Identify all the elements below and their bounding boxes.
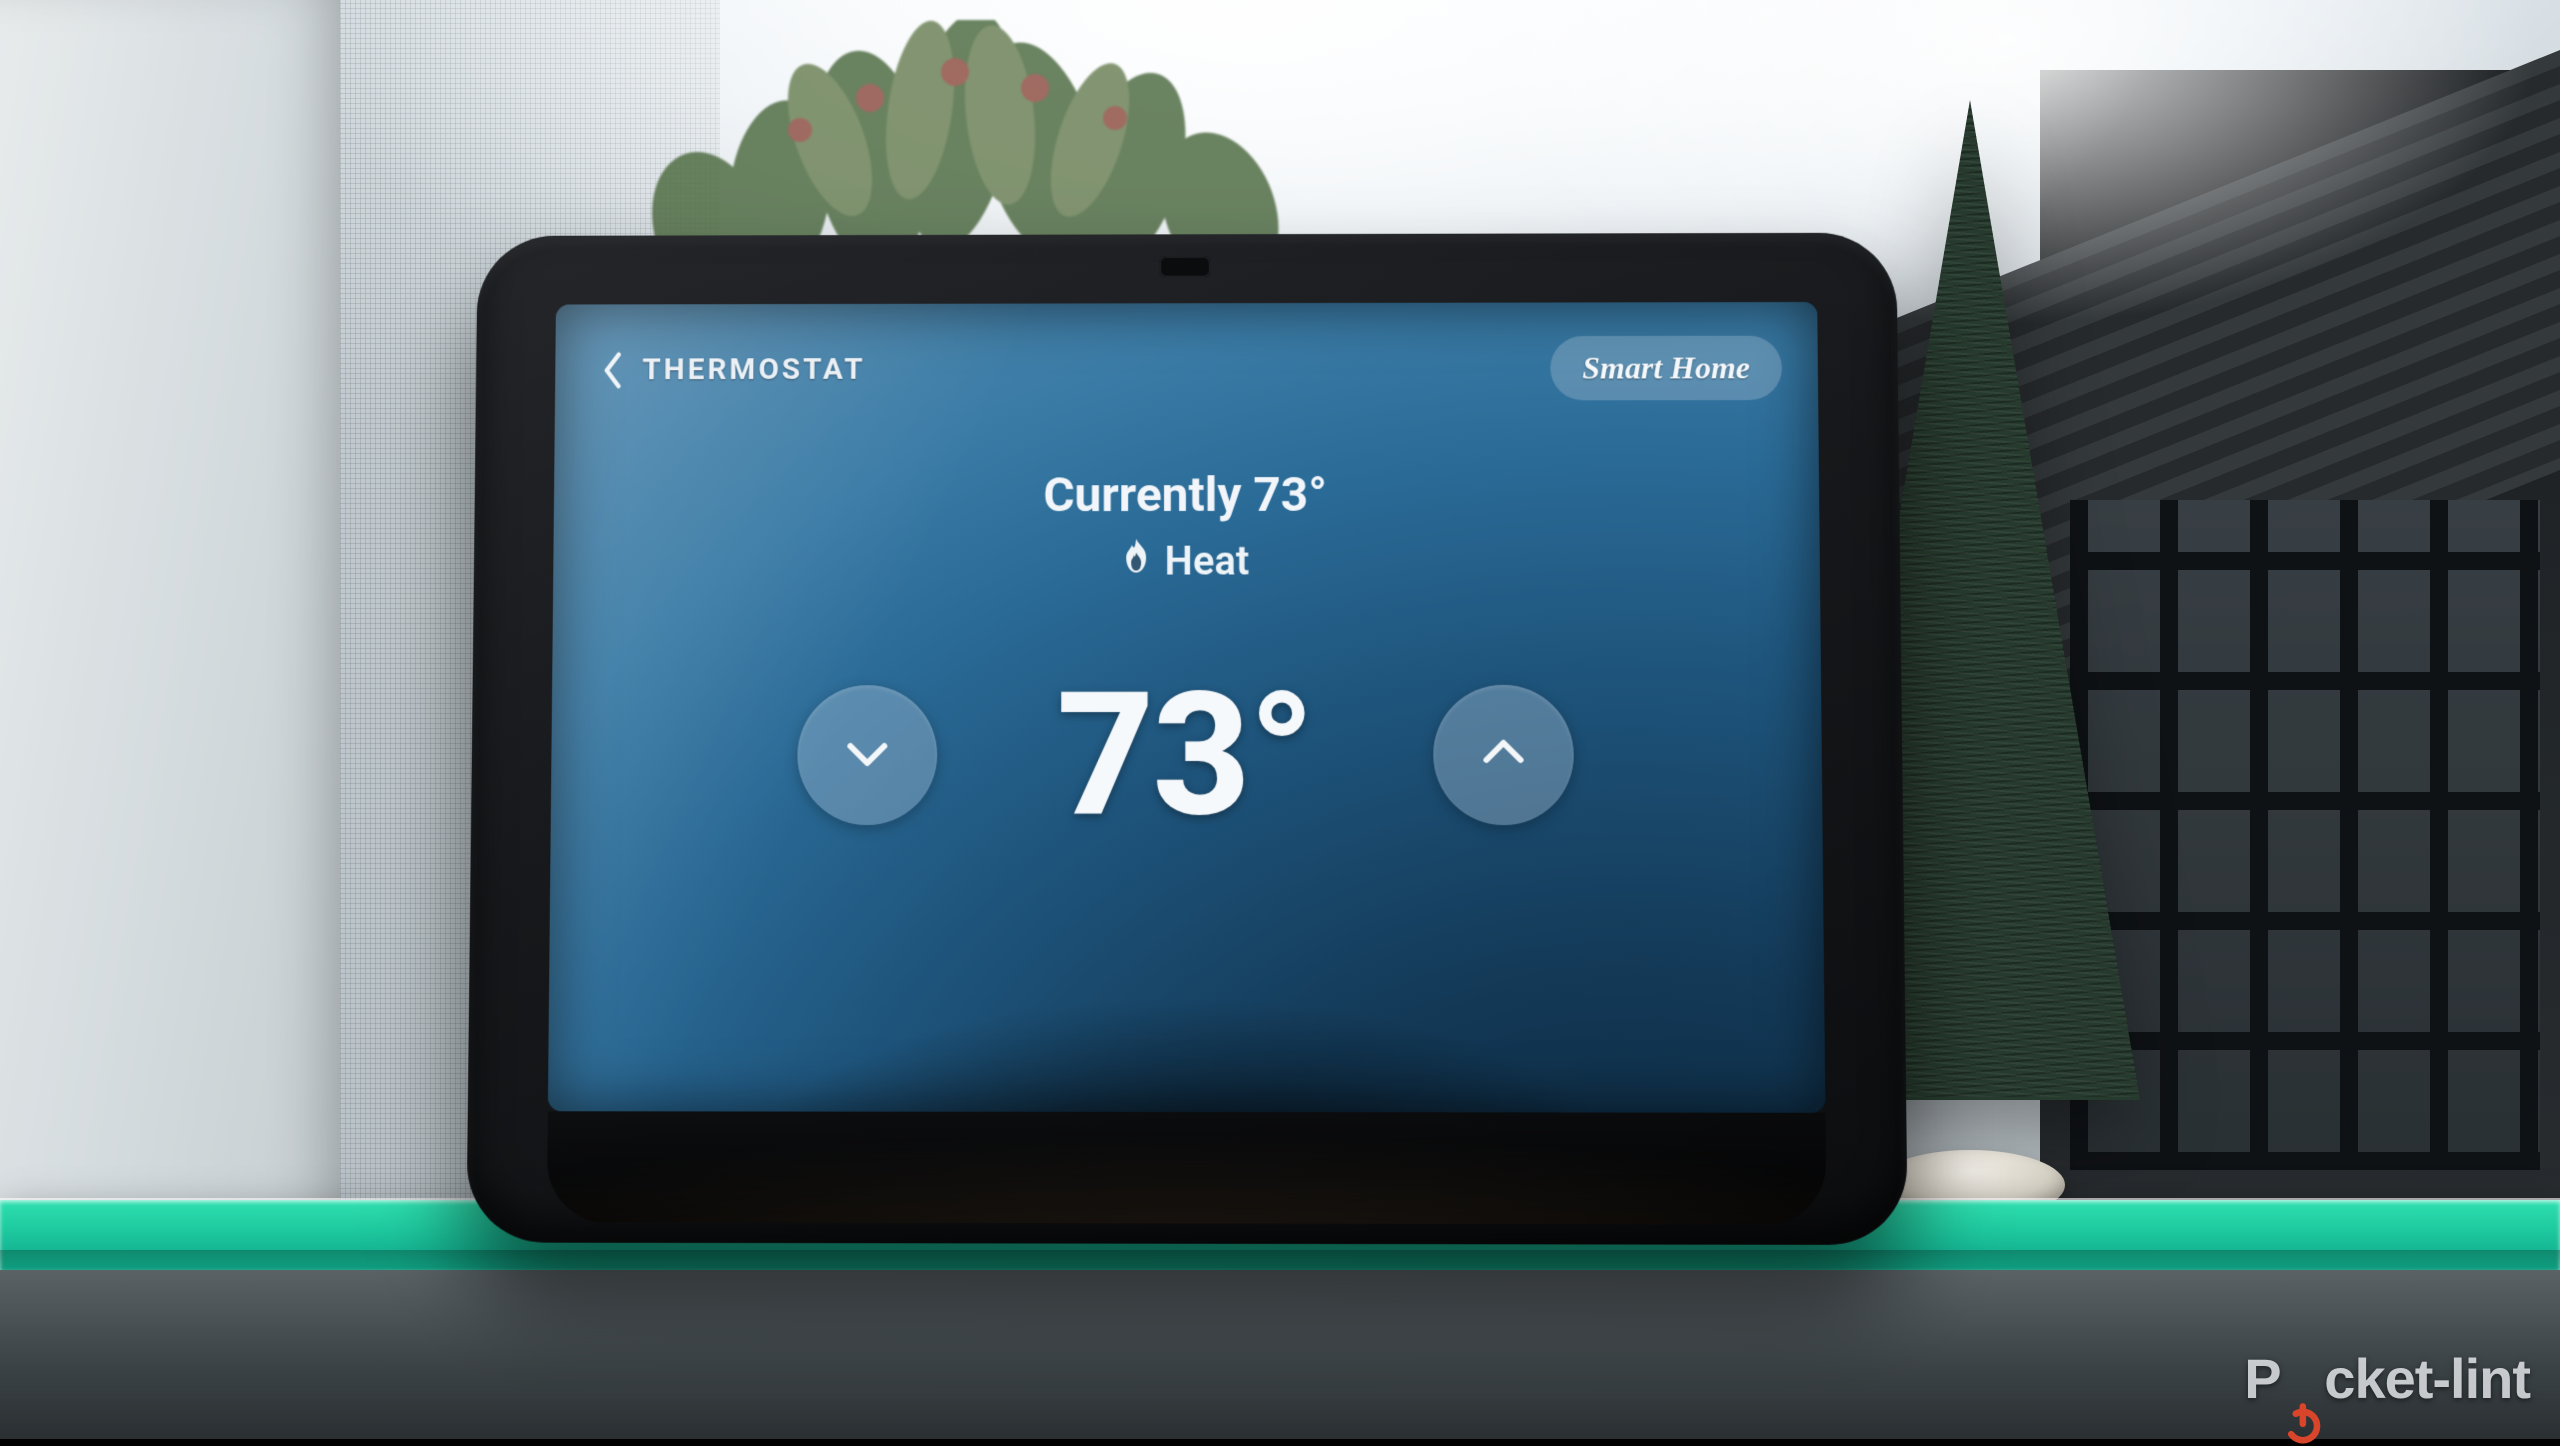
chevron-left-icon [601,350,625,389]
echo-show-device: THERMOSTAT Smart Home Currently 73° [470,230,1900,1240]
setpoint-row: 73° [551,670,1823,840]
screen-title: THERMOSTAT [642,352,865,387]
watermark-suffix: cket-lint [2324,1347,2530,1410]
mode-label: Heat [1165,537,1250,584]
photo-scene: THERMOSTAT Smart Home Currently 73° [0,0,2560,1439]
camera-notch [1159,256,1211,278]
increase-temp-button[interactable] [1434,685,1575,825]
device-bezel: THERMOSTAT Smart Home Currently 73° [466,233,1908,1245]
watermark-pocket-lint: P cket-lint [2244,1346,2530,1411]
flame-icon [1121,537,1151,585]
chevron-down-icon [840,726,894,784]
status-block: Currently 73° Heat [553,465,1820,585]
under-shelf-shadow [0,1270,2560,1439]
current-temp-value: 73° [1253,466,1327,523]
mode-row: Heat [553,536,1820,585]
setpoint-value: 73° [1056,670,1313,840]
smart-home-pill[interactable]: Smart Home [1550,336,1782,401]
current-temp-label: Currently 73° [554,465,1820,523]
currently-prefix: Currently [1043,466,1253,523]
bezel-reflection [547,1111,1827,1224]
decrease-temp-button[interactable] [797,685,937,825]
model-house-decor [2040,70,2560,1210]
chevron-up-icon [1477,726,1531,784]
watermark-prefix: P [2244,1347,2280,1410]
top-bar: THERMOSTAT Smart Home [591,336,1783,402]
thermostat-screen: THERMOSTAT Smart Home Currently 73° [548,302,1826,1113]
back-button[interactable]: THERMOSTAT [591,344,876,396]
